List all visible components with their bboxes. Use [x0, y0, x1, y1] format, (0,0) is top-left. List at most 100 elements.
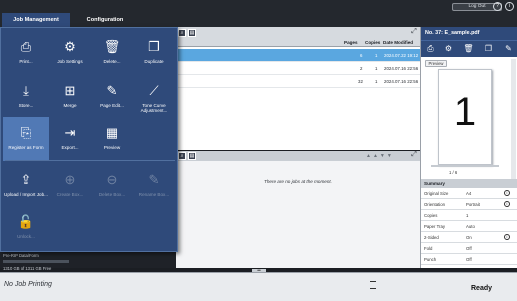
summary-row: Original Size A4 i — [421, 188, 517, 199]
empty-message: There are no jobs at the moment. — [264, 179, 332, 184]
menu-item-merge[interactable]: ⊞ Merge — [47, 75, 93, 119]
delete-box-icon: ⊖ — [106, 172, 118, 187]
cell-copies: 1 — [375, 53, 378, 58]
storage-label: Pre-RIP Data/Form — [3, 253, 39, 258]
menu-item-preview[interactable]: ▦ Preview — [89, 117, 135, 161]
menu-item-job-settings[interactable]: ⚙ Job Settings — [47, 31, 93, 75]
app-window: Job Management Configuration Log Out ? i… — [0, 0, 517, 301]
preview-icon: ▦ — [105, 125, 119, 140]
menu-separator — [5, 160, 175, 161]
menu-item-export[interactable]: ⇥ Export... — [47, 117, 93, 161]
table-row[interactable]: 6 1 2024.07.22 19:12 — [176, 49, 420, 62]
page-thumbnail[interactable]: 1 — [438, 69, 492, 165]
menu-item-unlock: 🔓 Unlock... — [3, 206, 49, 250]
search-icon[interactable]: ⌕ — [178, 29, 186, 37]
duplicate-icon[interactable]: ❐ — [483, 44, 494, 54]
job-list-panel: ⌕ ▤ ⤢ Pages Copies Date Modified 6 1 202… — [176, 27, 420, 150]
cell-pages: 32 — [358, 79, 363, 84]
tab-job-management[interactable]: Job Management — [2, 13, 70, 27]
menu-item-rename-box: ✎ Rename Box... — [131, 164, 177, 208]
trash-icon[interactable]: 🗑 — [463, 44, 474, 54]
cell-pages: 6 — [360, 53, 363, 58]
filter-icon[interactable]: ▤ — [188, 152, 196, 160]
storage-bar — [3, 260, 69, 263]
summary-row: Paper Tray Auto — [421, 221, 517, 232]
history-toolbar: ⌕ ▤ ▲▲▼▼ ⤢ — [176, 151, 420, 161]
cell-date: 2024.07.22 19:12 — [384, 53, 419, 58]
printing-status: No Job Printing — [4, 281, 52, 288]
merge-icon: ⊞ — [64, 83, 76, 98]
menu-item-delete[interactable]: 🗑 Delete... — [89, 31, 135, 75]
tab-configuration[interactable]: Configuration — [72, 13, 138, 27]
preview-button[interactable]: Preview — [425, 60, 447, 67]
cell-date: 2024.07.16 22:56 — [384, 66, 419, 71]
preview-scrollbar[interactable] — [511, 59, 516, 179]
cell-date: 2024.07.16 22:56 — [384, 79, 419, 84]
menu-item-print[interactable]: ⎙ Print... — [3, 31, 49, 75]
page-number: 1 — [453, 90, 477, 134]
summary-row: Copies 1 — [421, 210, 517, 221]
search-icon[interactable]: ⌕ — [178, 152, 186, 160]
export-icon: ⇥ — [64, 125, 76, 140]
menu-item-tone-curve[interactable]: ⟋ Tone Curve Adjustment... — [131, 75, 177, 119]
upload-icon: ⇪ — [20, 172, 32, 187]
ready-status: Ready — [471, 285, 493, 292]
storage-usage: 1310 GB of 1311 GB Free — [3, 266, 52, 271]
expand-icon[interactable]: ⤢ — [410, 151, 418, 160]
menu-item-store[interactable]: ⤓ Store... — [3, 75, 49, 119]
info-icon[interactable]: i — [504, 201, 510, 207]
summary-title: Summary — [421, 179, 517, 188]
cell-copies: 1 — [375, 79, 378, 84]
info-icon[interactable]: i — [504, 234, 510, 240]
menu-item-register-as-form[interactable]: ⎘ Register as Form — [3, 117, 49, 161]
info-icon[interactable]: i — [504, 190, 510, 196]
filter-icon[interactable]: ▤ — [188, 29, 196, 37]
status-bar: No Job Printing Ready — [0, 272, 517, 301]
expand-icon[interactable]: ⤢ — [410, 28, 418, 37]
menu-item-create-box: ⊕ Create Box... — [47, 164, 93, 208]
menu-item-duplicate[interactable]: ❐ Duplicate — [131, 31, 177, 75]
preview-toolbar: ⎙ ⚙ 🗑 ❐ ✎ — [421, 40, 517, 57]
job-management-menu: ⎙ Print... ⚙ Job Settings 🗑 Delete... ❐ Dupl… — [0, 27, 178, 252]
store-icon: ⤓ — [23, 83, 29, 98]
cell-copies: 1 — [375, 66, 378, 71]
top-bar: Job Management Configuration Log Out ? i — [0, 0, 517, 27]
print-icon[interactable]: ⎙ — [425, 44, 436, 54]
edit-icon[interactable]: ✎ — [503, 44, 514, 54]
navigation-arrows-icon[interactable]: ▲▲▼▼ — [366, 153, 394, 159]
table-row[interactable]: 32 1 2024.07.16 22:56 — [176, 75, 420, 88]
table-row[interactable]: 2 1 2024.07.16 22:56 — [176, 62, 420, 75]
menu-item-delete-box: ⊖ Delete Box... — [89, 164, 135, 208]
page-counter: 1 / 6 — [449, 170, 458, 175]
create-box-icon: ⊕ — [64, 172, 76, 187]
menu-item-upload-import-job[interactable]: ⇪ Upload / Import Job... — [3, 164, 49, 208]
summary-row: Orientation Portrait i — [421, 199, 517, 210]
info-icon[interactable]: i — [505, 2, 514, 11]
cell-pages: 2 — [360, 66, 363, 71]
status-divider-icon — [370, 281, 376, 289]
job-settings-icon: ⚙ — [64, 39, 76, 54]
preview-title: No. 37: E_sample.pdf — [421, 27, 517, 40]
column-date-modified[interactable]: Date Modified — [383, 40, 413, 45]
print-icon: ⎙ — [20, 39, 32, 54]
summary-row: Fold Off — [421, 243, 517, 254]
job-history-panel: ⌕ ▤ ▲▲▼▼ ⤢ There are no jobs at the mome… — [176, 151, 420, 268]
duplicate-icon: ❐ — [148, 39, 160, 54]
help-icon[interactable]: ? — [493, 2, 502, 11]
register-form-icon: ⎘ — [20, 125, 32, 140]
rename-box-icon: ✎ — [148, 172, 160, 187]
page-slider[interactable] — [431, 165, 499, 167]
storage-panel: Pre-RIP Data/Form 1310 GB of 1311 GB Fre… — [0, 250, 176, 271]
trash-icon: 🗑 — [103, 39, 121, 54]
preview-panel: No. 37: E_sample.pdf ⎙ ⚙ 🗑 ❐ ✎ Preview 1… — [420, 27, 517, 268]
job-list-header: ⌕ ▤ ⤢ Pages Copies Date Modified — [176, 27, 420, 47]
summary-row: 2-Sided On i — [421, 232, 517, 243]
column-pages[interactable]: Pages — [344, 40, 358, 45]
job-settings-icon[interactable]: ⚙ — [443, 44, 454, 54]
tone-curve-icon: ⟋ — [149, 83, 159, 98]
summary-row: Punch Off — [421, 254, 517, 265]
menu-item-page-edit[interactable]: ✎ Page Edit... — [89, 75, 135, 119]
page-edit-icon: ✎ — [106, 83, 118, 98]
column-copies[interactable]: Copies — [365, 40, 380, 45]
unlock-icon: 🔓 — [17, 214, 35, 229]
